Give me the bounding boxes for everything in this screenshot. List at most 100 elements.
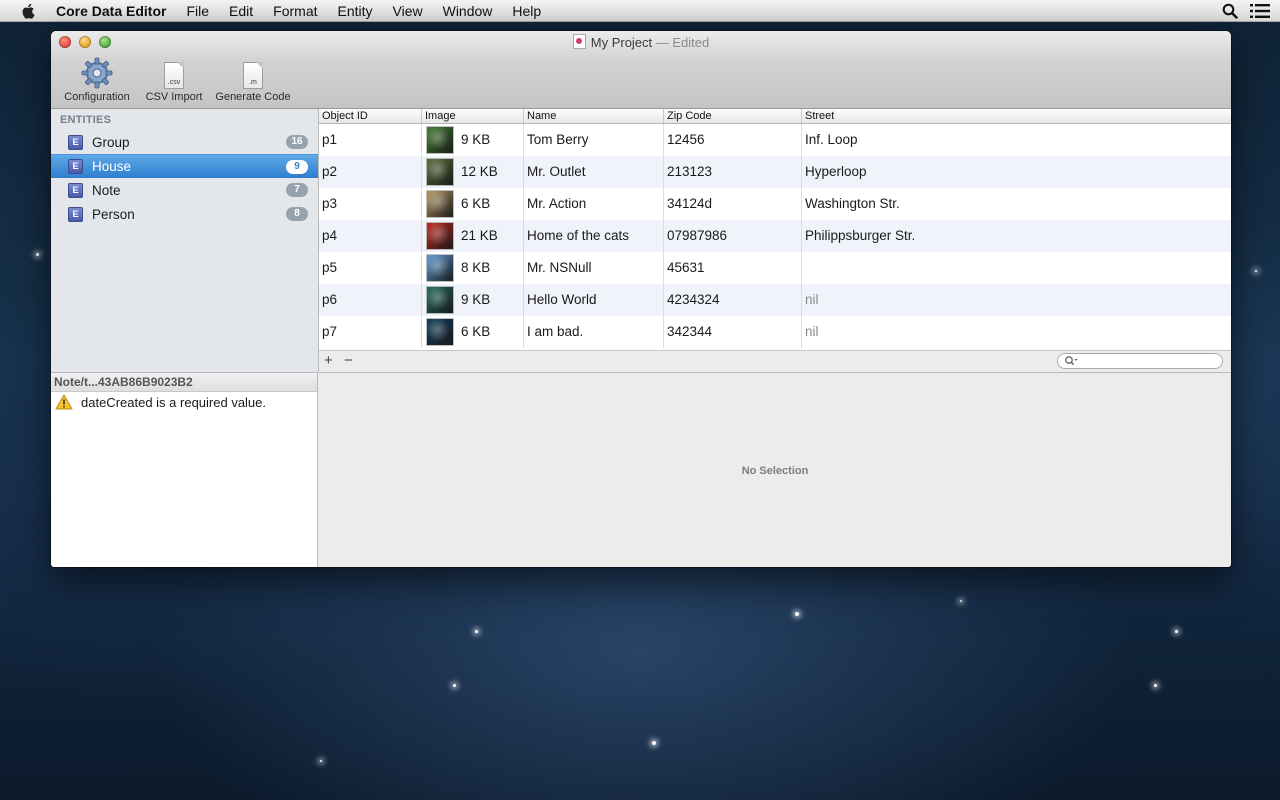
csv-import-button[interactable]: .csv CSV Import <box>143 57 205 103</box>
sidebar-item-house[interactable]: E House 9 <box>51 154 318 178</box>
name-cell[interactable]: Mr. Action <box>524 188 664 220</box>
count-badge: 16 <box>286 135 308 149</box>
star <box>36 253 39 256</box>
error-item[interactable]: dateCreated is a required value. <box>51 392 317 412</box>
gear-icon <box>81 57 113 89</box>
image-cell[interactable]: 6 KB <box>422 316 524 348</box>
table-row[interactable]: p1 9 KB Tom Berry 12456 Inf. Loop <box>319 124 1231 156</box>
configuration-label: Configuration <box>64 91 130 103</box>
street-cell[interactable]: nil <box>802 284 1231 316</box>
spotlight-search-icon[interactable] <box>1222 3 1238 19</box>
column-header-object-id[interactable]: Object ID <box>319 109 422 123</box>
table-row[interactable]: p7 6 KB I am bad. 342344 nil <box>319 316 1231 348</box>
street-cell[interactable]: Washington Str. <box>802 188 1231 220</box>
configuration-button[interactable]: Configuration <box>59 57 135 103</box>
menu-file[interactable]: File <box>176 0 219 22</box>
remove-object-button[interactable]: − <box>344 352 353 370</box>
table-row[interactable]: p6 9 KB Hello World 4234324 nil <box>319 284 1231 316</box>
zip-code-cell[interactable]: 45631 <box>664 252 802 284</box>
generate-code-label: Generate Code <box>215 91 291 103</box>
name-cell[interactable]: Hello World <box>524 284 664 316</box>
name-cell[interactable]: Mr. NSNull <box>524 252 664 284</box>
image-cell[interactable]: 12 KB <box>422 156 524 188</box>
street-cell[interactable]: Hyperloop <box>802 156 1231 188</box>
image-thumbnail <box>427 255 453 281</box>
column-header-name[interactable]: Name <box>524 109 664 123</box>
sidebar-item-label: Note <box>92 182 121 198</box>
table-header: Object ID Image Name Zip Code Street <box>319 109 1231 124</box>
star <box>1255 270 1257 272</box>
image-cell[interactable]: 6 KB <box>422 188 524 220</box>
column-header-zip-code[interactable]: Zip Code <box>664 109 802 123</box>
sidebar-item-group[interactable]: E Group 16 <box>51 130 318 154</box>
zip-code-cell[interactable]: 12456 <box>664 124 802 156</box>
menu-view[interactable]: View <box>383 0 433 22</box>
image-thumbnail <box>427 191 453 217</box>
table-row[interactable]: p3 6 KB Mr. Action 34124d Washington Str. <box>319 188 1231 220</box>
apple-icon[interactable] <box>20 3 38 19</box>
table-row[interactable]: p4 21 KB Home of the cats 07987986 Philippsb… <box>319 220 1231 252</box>
object-id-cell[interactable]: p2 <box>319 156 422 188</box>
image-size: 6 KB <box>461 324 491 339</box>
generate-code-button[interactable]: .m Generate Code <box>213 57 293 103</box>
street-cell[interactable] <box>802 252 1231 284</box>
error-text: dateCreated is a required value. <box>81 394 267 410</box>
add-object-button[interactable]: + <box>324 352 333 370</box>
zip-code-cell[interactable]: 342344 <box>664 316 802 348</box>
image-cell[interactable]: 8 KB <box>422 252 524 284</box>
object-id-cell[interactable]: p5 <box>319 252 422 284</box>
zip-code-cell[interactable]: 4234324 <box>664 284 802 316</box>
object-id-cell[interactable]: p4 <box>319 220 422 252</box>
name-cell[interactable]: Home of the cats <box>524 220 664 252</box>
image-thumbnail <box>427 287 453 313</box>
object-id-cell[interactable]: p6 <box>319 284 422 316</box>
image-thumbnail <box>427 127 453 153</box>
zip-code-cell[interactable]: 213123 <box>664 156 802 188</box>
object-id-cell[interactable]: p7 <box>319 316 422 348</box>
csv-file-icon: .csv <box>164 62 184 89</box>
menu-window[interactable]: Window <box>433 0 503 22</box>
image-cell[interactable]: 9 KB <box>422 284 524 316</box>
menu-entity[interactable]: Entity <box>328 0 383 22</box>
menu-app-name[interactable]: Core Data Editor <box>50 0 176 22</box>
entity-icon: E <box>68 134 83 150</box>
object-id-cell[interactable]: p3 <box>319 188 422 220</box>
column-header-image[interactable]: Image <box>422 109 524 123</box>
no-selection-label: No Selection <box>741 465 809 477</box>
name-cell[interactable]: I am bad. <box>524 316 664 348</box>
sidebar-item-label: Person <box>92 206 135 222</box>
zip-code-cell[interactable]: 34124d <box>664 188 802 220</box>
image-cell[interactable]: 9 KB <box>422 124 524 156</box>
objects-table: Object ID Image Name Zip Code Street p1 9… <box>319 109 1231 350</box>
menu-help[interactable]: Help <box>502 0 551 22</box>
column-header-street[interactable]: Street <box>802 109 1231 123</box>
star <box>795 612 799 616</box>
document-icon[interactable] <box>572 34 586 49</box>
street-cell[interactable]: Inf. Loop <box>802 124 1231 156</box>
count-badge: 9 <box>286 160 308 174</box>
count-badge: 8 <box>286 207 308 221</box>
object-id-cell[interactable]: p1 <box>319 124 422 156</box>
sidebar-item-person[interactable]: E Person 8 <box>51 202 318 226</box>
name-cell[interactable]: Mr. Outlet <box>524 156 664 188</box>
table-row[interactable]: p2 12 KB Mr. Outlet 213123 Hyperloop <box>319 156 1231 188</box>
sidebar-item-note[interactable]: E Note 7 <box>51 178 318 202</box>
zip-code-cell[interactable]: 07987986 <box>664 220 802 252</box>
notification-list-icon[interactable] <box>1250 3 1270 19</box>
warning-icon <box>55 394 73 410</box>
sidebar-item-label: Group <box>92 134 130 150</box>
name-cell[interactable]: Tom Berry <box>524 124 664 156</box>
search-field[interactable] <box>1057 353 1223 369</box>
image-cell[interactable]: 21 KB <box>422 220 524 252</box>
table-row[interactable]: p5 8 KB Mr. NSNull 45631 <box>319 252 1231 284</box>
menu-edit[interactable]: Edit <box>219 0 263 22</box>
image-thumbnail <box>427 319 453 345</box>
entity-icon: E <box>68 182 83 198</box>
image-size: 9 KB <box>461 132 491 147</box>
menu-format[interactable]: Format <box>263 0 327 22</box>
csv-import-label: CSV Import <box>145 91 203 103</box>
street-cell[interactable]: Philippsburger Str. <box>802 220 1231 252</box>
source-file-icon: .m <box>243 62 263 89</box>
image-size: 6 KB <box>461 196 491 211</box>
street-cell[interactable]: nil <box>802 316 1231 348</box>
